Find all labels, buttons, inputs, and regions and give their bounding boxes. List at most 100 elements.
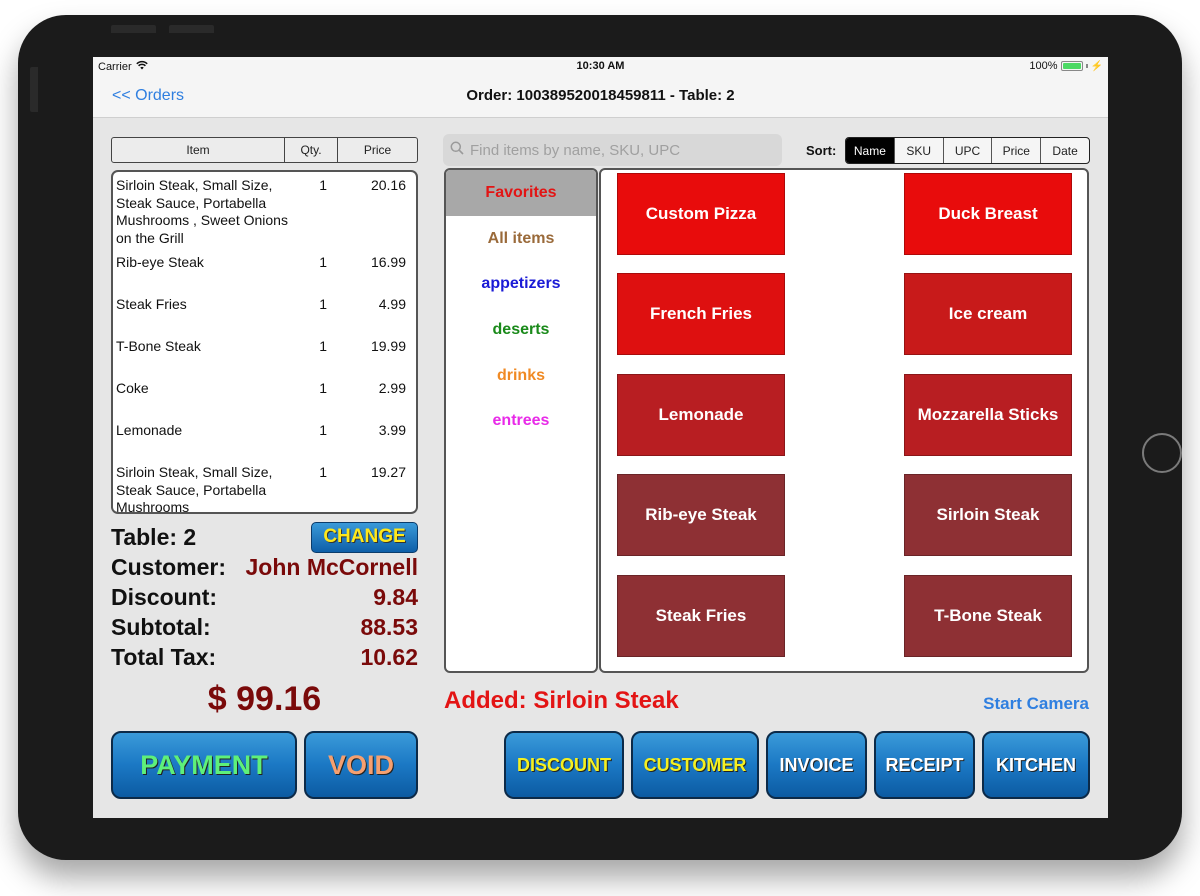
order-items-list[interactable]: Sirloin Steak, Small Size, Steak Sauce, … (111, 170, 418, 514)
discount-button[interactable]: DISCOUNT (504, 731, 624, 799)
charging-icon: ⚡ (1090, 60, 1103, 72)
item-grid: Custom Pizza Duck Breast French Fries Ic… (599, 168, 1089, 673)
page-title: Order: 100389520018459811 - Table: 2 (466, 87, 735, 104)
order-item-qty: 1 (319, 338, 327, 354)
order-row[interactable]: Sirloin Steak, Small Size, Steak Sauce, … (113, 459, 416, 514)
order-row[interactable]: T-Bone Steak 1 19.99 (113, 333, 416, 375)
receipt-button[interactable]: RECEIPT (874, 731, 975, 799)
order-row[interactable]: Sirloin Steak, Small Size, Steak Sauce, … (113, 172, 416, 249)
search-icon (450, 141, 464, 160)
order-item-name: Coke (116, 380, 149, 396)
sort-option-price[interactable]: Price (992, 138, 1042, 163)
customer-name: John McCornell (245, 553, 418, 580)
customer-line: Customer: John McCornell (111, 552, 418, 582)
order-table-header: Item Qty. Price (111, 137, 418, 163)
order-item-name: Sirloin Steak, Small Size, Steak Sauce, … (116, 177, 288, 246)
sort-option-sku[interactable]: SKU (895, 138, 944, 163)
order-row[interactable]: Rib-eye Steak 1 16.99 (113, 249, 416, 291)
order-row[interactable]: Steak Fries 1 4.99 (113, 291, 416, 333)
payment-button[interactable]: PAYMENT (111, 731, 297, 799)
item-tile[interactable]: Lemonade (617, 374, 785, 456)
item-tile[interactable]: Custom Pizza (617, 173, 785, 255)
discount-value: 9.84 (373, 583, 418, 610)
table-label: Table: 2 (111, 523, 197, 550)
category-item[interactable]: All items (446, 216, 596, 262)
order-item-price: 20.16 (370, 177, 406, 193)
table-line: Table: 2 CHANGE (111, 521, 418, 553)
search-input[interactable] (470, 141, 770, 159)
order-item-name: Steak Fries (116, 296, 187, 312)
order-item-price: 16.99 (370, 254, 406, 270)
order-item-price: 19.99 (370, 338, 406, 354)
invoice-button[interactable]: INVOICE (766, 731, 867, 799)
sort-option-upc[interactable]: UPC (944, 138, 993, 163)
column-header-price: Price (363, 143, 392, 157)
tax-line: Total Tax: 10.62 (111, 642, 418, 672)
category-item[interactable]: appetizers (446, 261, 596, 307)
search-bar[interactable] (443, 134, 782, 166)
sort-option-name[interactable]: Name (846, 138, 895, 163)
subtotal-value: 88.53 (360, 613, 418, 640)
battery-indicator: 100% ⚡ (1029, 60, 1103, 72)
category-item[interactable]: entrees (446, 398, 596, 444)
category-item[interactable]: Favorites (446, 170, 596, 216)
subtotal-label: Subtotal: (111, 613, 211, 640)
order-item-price: 19.27 (370, 464, 406, 480)
order-item-name: T-Bone Steak (116, 338, 201, 354)
volume-button (169, 25, 214, 33)
app-screen: Carrier 10:30 AM 100% ⚡ << Orders Order:… (93, 57, 1108, 818)
order-item-qty: 1 (319, 296, 327, 312)
void-button[interactable]: VOID (304, 731, 418, 799)
order-item-price: 2.99 (378, 380, 406, 396)
battery-tip (1085, 64, 1088, 68)
order-item-qty: 1 (319, 464, 327, 480)
order-item-qty: 1 (319, 380, 327, 396)
volume-button (111, 25, 156, 33)
order-item-qty: 1 (319, 422, 327, 438)
start-camera-button[interactable]: Start Camera (983, 694, 1089, 714)
item-tile[interactable]: Duck Breast (904, 173, 1072, 255)
navigation-bar: << Orders Order: 100389520018459811 - Ta… (93, 75, 1108, 118)
order-summary: Table: 2 CHANGE Customer: John McCornell… (111, 521, 418, 672)
item-tile[interactable]: Mozzarella Sticks (904, 374, 1072, 456)
side-switch (30, 67, 38, 112)
sort-label: Sort: (806, 143, 837, 158)
tax-value: 10.62 (360, 643, 418, 670)
order-item-qty: 1 (319, 254, 327, 270)
discount-line: Discount: 9.84 (111, 582, 418, 612)
discount-label: Discount: (111, 583, 218, 610)
customer-button[interactable]: CUSTOMER (631, 731, 759, 799)
column-header-item: Item (112, 138, 285, 162)
item-tile[interactable]: T-Bone Steak (904, 575, 1072, 657)
added-item-message: Added: Sirloin Steak (444, 687, 679, 714)
item-tile[interactable]: Rib-eye Steak (617, 474, 785, 556)
order-item-name: Sirloin Steak, Small Size, Steak Sauce, … (116, 464, 273, 514)
sort-segmented-control[interactable]: Name SKU UPC Price Date (845, 137, 1090, 164)
order-total: $ 99.16 (207, 680, 322, 718)
item-tile[interactable]: Sirloin Steak (904, 474, 1072, 556)
battery-percent: 100% (1029, 60, 1058, 72)
customer-label: Customer: (111, 553, 227, 580)
tax-label: Total Tax: (111, 643, 217, 670)
order-row[interactable]: Lemonade 1 3.99 (113, 417, 416, 459)
item-tile[interactable]: Ice cream (904, 273, 1072, 355)
category-list: Favorites All items appetizers deserts d… (444, 168, 598, 673)
change-table-button[interactable]: CHANGE (311, 521, 418, 553)
order-item-name: Rib-eye Steak (116, 254, 204, 270)
clock: 10:30 AM (576, 60, 625, 72)
home-button[interactable] (1142, 433, 1182, 473)
item-tile[interactable]: Steak Fries (617, 575, 785, 657)
kitchen-button[interactable]: KITCHEN (982, 731, 1090, 799)
item-tile[interactable]: French Fries (617, 273, 785, 355)
order-item-qty: 1 (319, 177, 327, 193)
battery-icon (1060, 61, 1083, 71)
order-row[interactable]: Coke 1 2.99 (113, 375, 416, 417)
sort-option-date[interactable]: Date (1041, 138, 1089, 163)
category-item[interactable]: deserts (446, 307, 596, 353)
order-item-price: 4.99 (378, 296, 406, 312)
subtotal-line: Subtotal: 88.53 (111, 612, 418, 642)
category-item[interactable]: drinks (446, 353, 596, 399)
order-item-name: Lemonade (116, 422, 183, 438)
status-bar: Carrier 10:30 AM 100% ⚡ (93, 57, 1108, 75)
order-item-price: 3.99 (378, 422, 406, 438)
